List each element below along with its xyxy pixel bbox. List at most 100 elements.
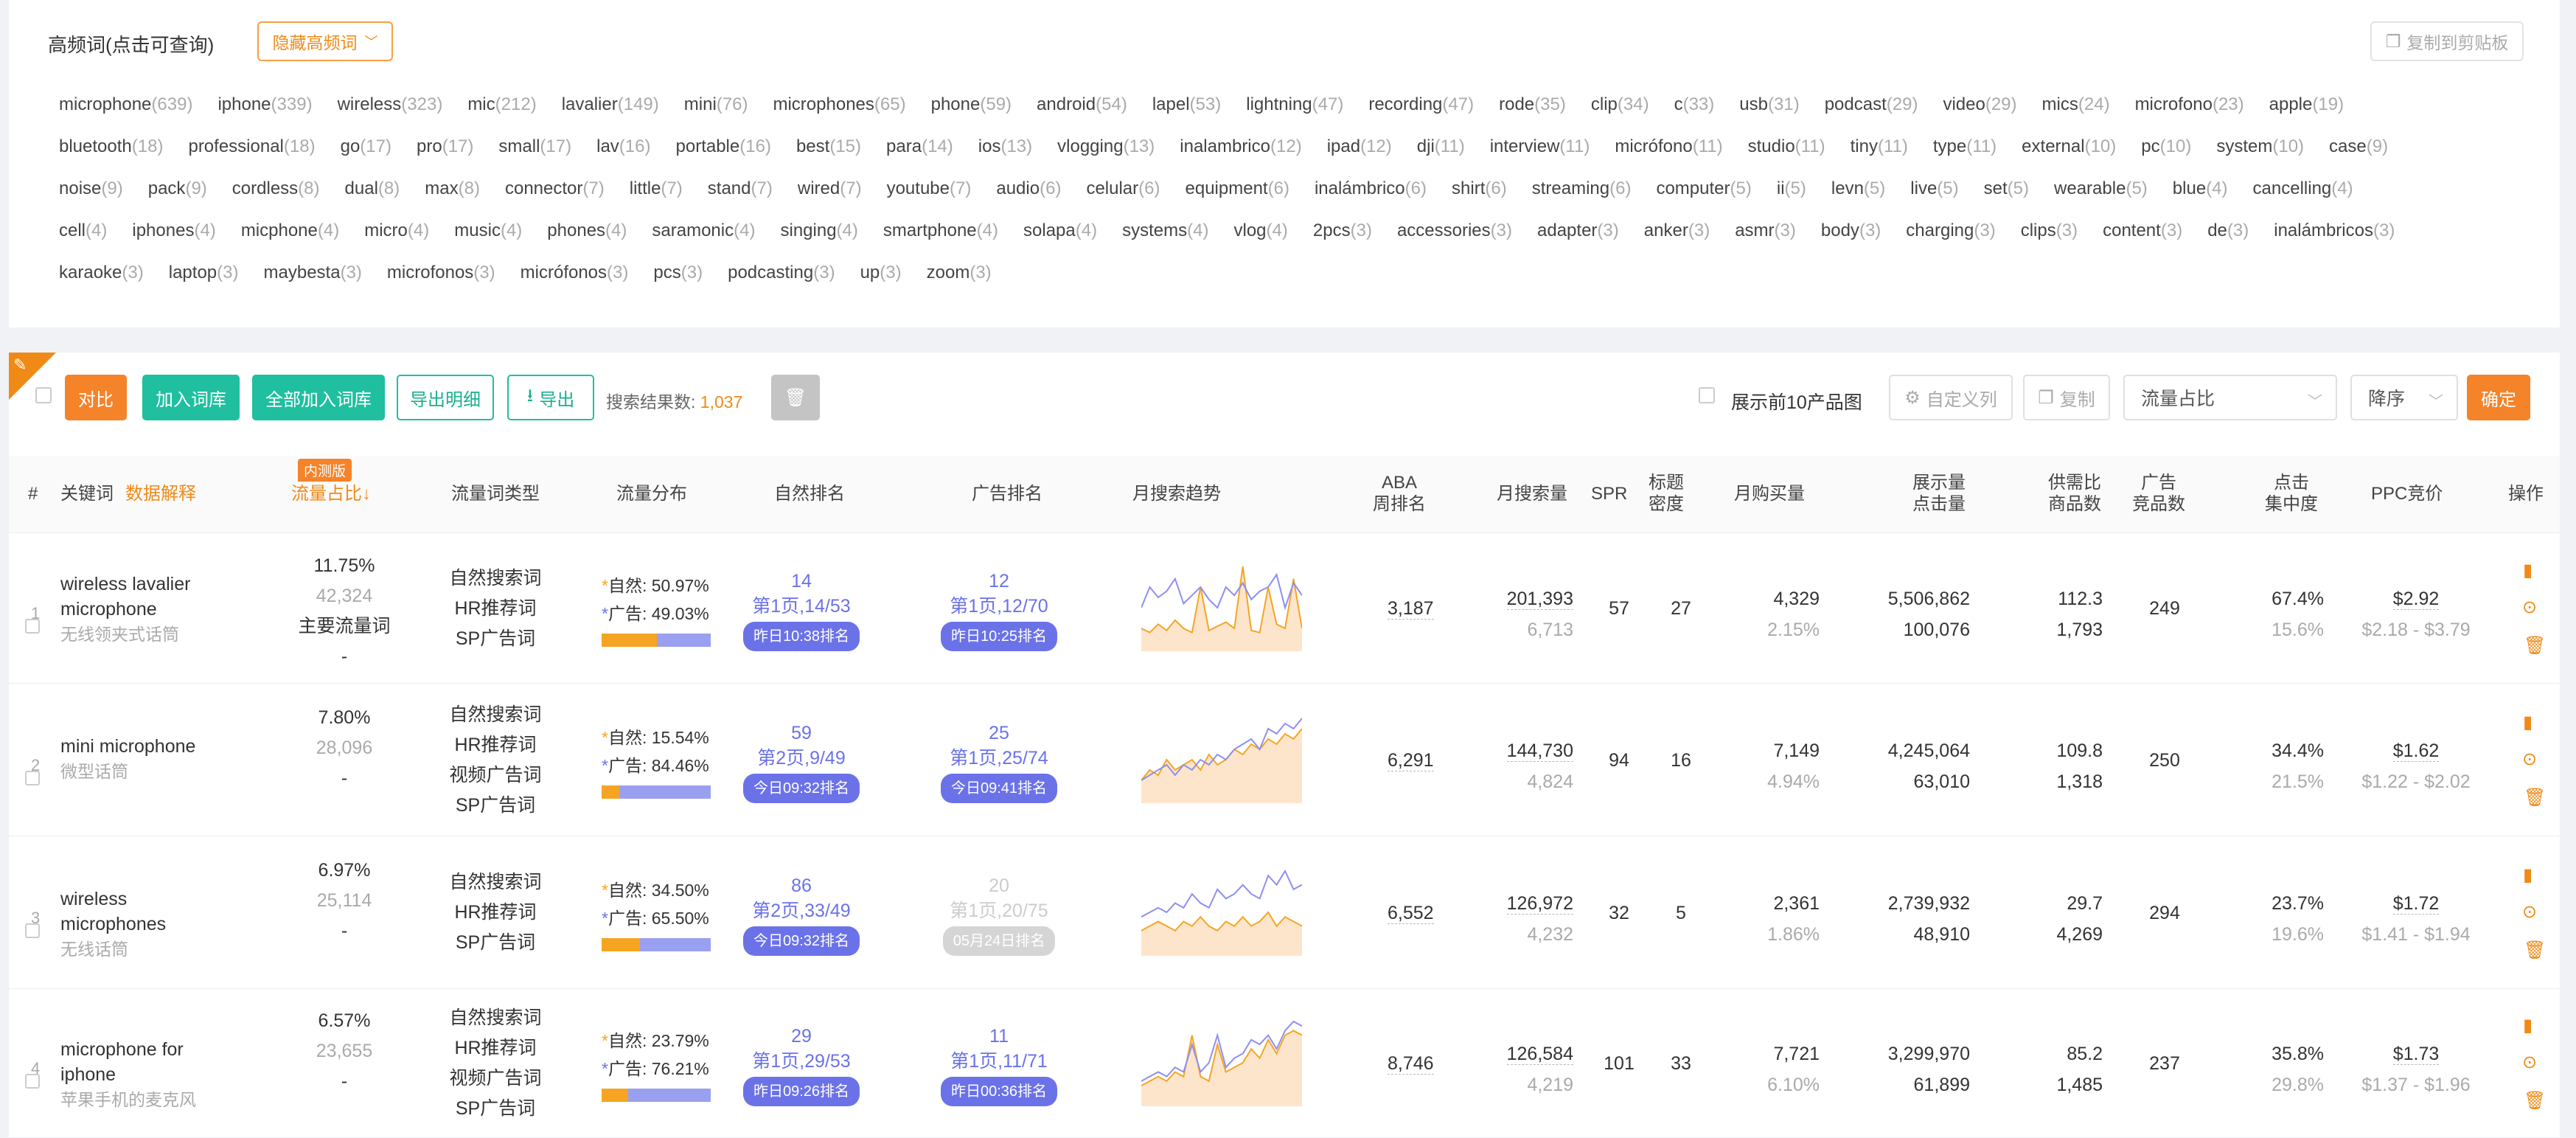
keyword-text[interactable]: microphone for iphone [60, 1037, 223, 1087]
bar-chart-icon[interactable]: ▮ [2523, 1015, 2533, 1036]
keyword-chip[interactable]: system(10) [2216, 136, 2304, 157]
ad-rank-cell[interactable]: 20 第1页,20/75 05月24日排名 [933, 873, 1065, 956]
col-title-density[interactable]: 标题 密度 [1649, 472, 1684, 515]
table-row[interactable]: 3 wireless microphones 无线话筒 6.97% 25,114… [9, 836, 2560, 989]
keyword-chip[interactable]: portable(16) [676, 136, 771, 157]
keyword-chip[interactable]: zoom(3) [927, 263, 992, 283]
keyword-chip[interactable]: little(7) [630, 178, 683, 199]
keyword-chip[interactable]: vlogging(13) [1057, 136, 1155, 157]
keyword-chip[interactable]: set(5) [1984, 178, 2029, 199]
keyword-chip[interactable]: dual(8) [345, 178, 400, 199]
data-explain-link[interactable]: 数据解释 [125, 484, 196, 504]
keyword-chip[interactable]: asmr(3) [1735, 221, 1796, 241]
natural-rank-cell[interactable]: 86 第2页,33/49 今日09:32排名 [735, 873, 868, 956]
col-ppc[interactable]: PPC竞价 [2371, 483, 2443, 504]
copy-to-clipboard-button[interactable]: ❐ 复制到剪贴板 [2370, 21, 2524, 61]
keyword-chip[interactable]: live(5) [1910, 178, 1958, 199]
show-top10-checkbox[interactable] [1699, 387, 1715, 403]
more-icon[interactable]: ⊙ [2522, 1052, 2537, 1073]
keyword-chip[interactable]: mics(24) [2042, 94, 2110, 115]
keyword-chip[interactable]: stand(7) [708, 178, 773, 199]
keyword-chip[interactable]: smartphone(4) [883, 221, 998, 241]
keyword-chip[interactable]: lapel(53) [1152, 94, 1221, 115]
keyword-chip[interactable]: adapter(3) [1537, 221, 1619, 241]
keyword-chip[interactable]: wearable(5) [2054, 178, 2148, 199]
keyword-chip[interactable]: solapa(4) [1023, 221, 1097, 241]
keyword-chip[interactable]: inalambrico(12) [1180, 136, 1301, 157]
keyword-chip[interactable]: lav(16) [596, 136, 650, 157]
hide-high-frequency-button[interactable]: 隐藏高频词 ﹀ [257, 21, 393, 61]
col-spr[interactable]: SPR [1591, 483, 1627, 504]
keyword-cell[interactable]: wireless lavalier microphone 无线领夹式话筒 [60, 572, 223, 647]
keyword-chip[interactable]: music(4) [454, 221, 522, 241]
keyword-chip[interactable]: case(9) [2329, 136, 2388, 157]
col-ad-count[interactable]: 广告 竞品数 [2132, 472, 2185, 515]
keyword-chip[interactable]: best(15) [796, 136, 861, 157]
keyword-chip[interactable]: inalámbrico(6) [1315, 178, 1427, 199]
more-icon[interactable]: ⊙ [2522, 749, 2537, 770]
keyword-chip[interactable]: iphone(339) [217, 94, 312, 115]
keyword-chip[interactable]: mini(76) [684, 94, 748, 115]
keyword-chip[interactable]: 2pcs(3) [1313, 221, 1372, 241]
keyword-chip[interactable]: wired(7) [798, 178, 862, 199]
keyword-chip[interactable]: pc(10) [2141, 136, 2191, 157]
keyword-chip[interactable]: maybesta(3) [264, 263, 362, 283]
bar-chart-icon[interactable]: ▮ [2523, 864, 2533, 886]
keyword-chip[interactable]: content(3) [2103, 221, 2182, 241]
col-supply[interactable]: 供需比 商品数 [2048, 472, 2101, 515]
row-checkbox[interactable] [25, 1074, 40, 1089]
keyword-chip[interactable]: micrófonos(3) [521, 263, 629, 283]
keyword-chip[interactable]: vlog(4) [1233, 221, 1287, 241]
keyword-chip[interactable]: clip(34) [1591, 94, 1649, 115]
keyword-chip[interactable]: video(29) [1943, 94, 2016, 115]
natural-rank-cell[interactable]: 14 第1页,14/53 昨日10:38排名 [735, 569, 868, 651]
keyword-chip[interactable]: cordless(8) [232, 178, 320, 199]
keyword-chip[interactable]: podcasting(3) [728, 263, 835, 283]
keyword-cell[interactable]: microphone for iphone 苹果手机的麦克风 [60, 1037, 223, 1112]
col-monthly-search[interactable]: 月搜索量 [1497, 483, 1567, 504]
keyword-chip[interactable]: small(17) [498, 136, 571, 157]
natural-rank-cell[interactable]: 29 第1页,29/53 昨日09:26排名 [735, 1024, 868, 1106]
export-button[interactable]: ⭳ 导出 [507, 375, 594, 420]
keyword-chip[interactable]: inalámbricos(3) [2274, 221, 2395, 241]
trash-icon[interactable]: 🗑 [2524, 1090, 2546, 1111]
keyword-chip[interactable]: streaming(6) [1532, 178, 1632, 199]
natural-rank-cell[interactable]: 59 第2页,9/49 今日09:32排名 [735, 721, 868, 803]
keyword-chip[interactable]: microphone(639) [59, 94, 192, 115]
keyword-chip[interactable]: anker(3) [1644, 221, 1710, 241]
delete-button[interactable]: 🗑 [771, 375, 820, 420]
keyword-chip[interactable]: ipad(12) [1327, 136, 1392, 157]
copy-button[interactable]: ❐ 复制 [2023, 375, 2110, 420]
export-detail-button[interactable]: 导出明细 [397, 375, 494, 420]
keyword-chip[interactable]: microfono(23) [2135, 94, 2244, 115]
keyword-chip[interactable]: ios(13) [978, 136, 1032, 157]
keyword-chip[interactable]: android(54) [1037, 94, 1127, 115]
more-icon[interactable]: ⊙ [2522, 597, 2537, 618]
keyword-chip[interactable]: micphone(4) [241, 221, 339, 241]
monthly-trend-sparkline[interactable] [1141, 716, 1302, 803]
keyword-chip[interactable]: lavalier(149) [562, 94, 659, 115]
compare-button[interactable]: 对比 [65, 375, 127, 420]
monthly-trend-sparkline[interactable] [1141, 869, 1302, 956]
keyword-chip[interactable]: youtube(7) [887, 178, 972, 199]
keyword-chip[interactable]: tiny(11) [1851, 136, 1908, 157]
row-checkbox[interactable] [25, 923, 40, 938]
keyword-chip[interactable]: cell(4) [59, 221, 107, 241]
trash-icon[interactable]: 🗑 [2524, 940, 2546, 961]
more-icon[interactable]: ⊙ [2522, 901, 2537, 923]
keyword-chip[interactable]: studio(11) [1748, 136, 1825, 157]
keyword-chip[interactable]: pcs(3) [653, 263, 703, 283]
col-click-conc[interactable]: 点击 集中度 [2265, 472, 2318, 515]
keyword-chip[interactable]: audio(6) [996, 178, 1061, 199]
keyword-chip[interactable]: saramonic(4) [652, 221, 755, 241]
sort-order-select[interactable]: 降序 ﹀ [2350, 375, 2458, 420]
bar-chart-icon[interactable]: ▮ [2523, 560, 2533, 581]
keyword-chip[interactable]: recording(47) [1368, 94, 1474, 115]
keyword-chip[interactable]: up(3) [860, 263, 902, 283]
keyword-cell[interactable]: mini microphone 微型话筒 [60, 734, 223, 784]
keyword-chip[interactable]: apple(19) [2269, 94, 2344, 115]
monthly-trend-sparkline[interactable] [1141, 564, 1302, 651]
keyword-chip[interactable]: body(3) [1821, 221, 1881, 241]
row-checkbox[interactable] [25, 619, 40, 634]
col-aba[interactable]: ABA 周排名 [1373, 472, 1426, 515]
